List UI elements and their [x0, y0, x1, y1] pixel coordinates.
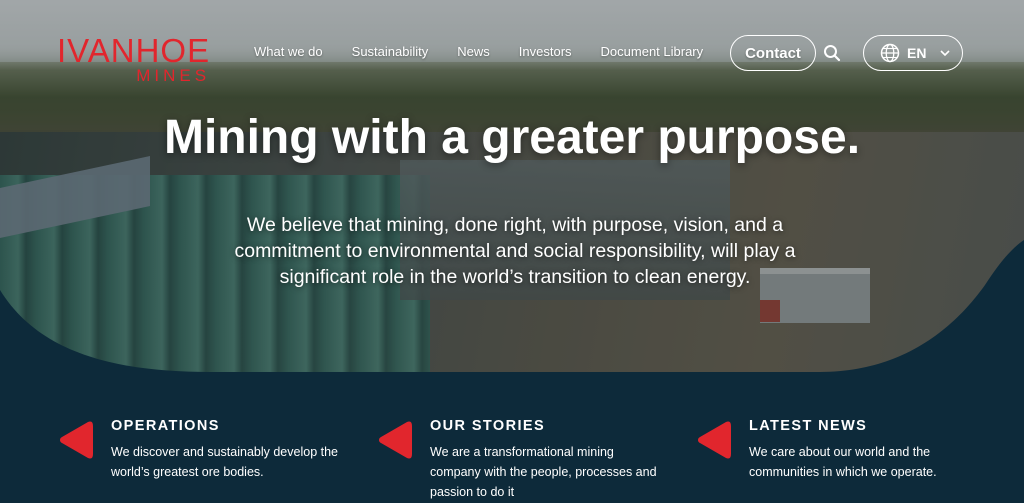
language-selector[interactable]: EN: [863, 35, 963, 71]
arrow-left-icon: [60, 421, 93, 459]
brand-logo[interactable]: IVANHOE MINES: [57, 32, 211, 85]
language-label: EN: [907, 45, 927, 61]
main-nav: What we do Sustainability News Investors…: [254, 44, 732, 59]
hero-text: We believe that mining, done right, with…: [234, 214, 796, 288]
brand-sub: MINES: [136, 66, 211, 85]
nav-item-news[interactable]: News: [457, 44, 490, 59]
nav-item-investors[interactable]: Investors: [519, 44, 572, 59]
arrow-left-icon: [379, 421, 412, 459]
card-text: We care about our world and the communit…: [749, 445, 937, 479]
card-title: OUR STORIES: [430, 418, 546, 434]
hero-title: Mining with a greater purpose.: [163, 111, 861, 164]
brand-name: IVANHOE: [57, 32, 211, 69]
card-text: We discover and sustainably develop the …: [111, 445, 338, 479]
nav-item-document-library[interactable]: Document Library: [601, 44, 704, 59]
nav-item-sustainability[interactable]: Sustainability: [352, 44, 429, 59]
contact-button[interactable]: Contact: [730, 35, 816, 71]
card-title: LATEST NEWS: [749, 418, 868, 434]
card-text: We are a transformational mining company…: [430, 445, 657, 499]
nav-item-what-we-do[interactable]: What we do: [254, 44, 323, 59]
globe-icon: [880, 43, 900, 63]
arrow-left-icon: [698, 421, 731, 459]
chevron-down-icon: [940, 50, 951, 57]
search-icon[interactable]: [823, 44, 841, 62]
card-title: OPERATIONS: [111, 418, 220, 434]
